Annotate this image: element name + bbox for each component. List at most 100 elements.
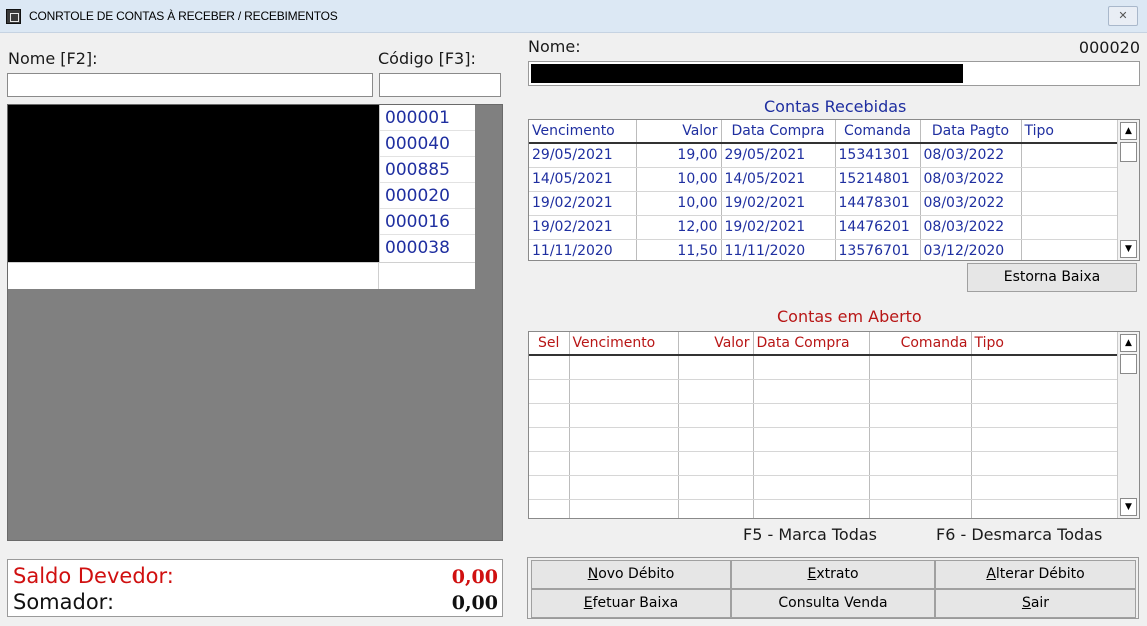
scroll-thumb[interactable] <box>1120 354 1137 374</box>
table-row[interactable] <box>529 427 1119 452</box>
client-names-redacted[interactable] <box>8 105 379 262</box>
cell-data-pagto: 08/03/2022 <box>920 191 1022 216</box>
table-row[interactable]: 11/11/2020 11,50 11/11/2020 13576701 03/… <box>529 239 1119 260</box>
cell-data-pagto: 03/12/2020 <box>920 239 1022 260</box>
table-cell <box>678 379 754 404</box>
contas-em-aberto-grid[interactable]: Sel Vencimento Valor Data Compra Comanda… <box>528 331 1140 519</box>
f5-hint: F5 - Marca Todas <box>743 525 877 544</box>
button-label: air <box>1030 595 1050 611</box>
sair-button[interactable]: Sair <box>935 589 1136 618</box>
client-code-item[interactable]: 000040 <box>380 131 475 157</box>
col-comanda[interactable]: Comanda <box>869 332 972 356</box>
contas-recebidas-grid[interactable]: Vencimento Valor Data Compra Comanda Dat… <box>528 119 1140 261</box>
shortcut-key: A <box>986 566 996 582</box>
shortcut-key: E <box>583 595 593 611</box>
cell-valor: 10,00 <box>636 191 722 216</box>
client-codes-column[interactable]: 000001 000040 000885 000020 000016 00003… <box>379 105 475 262</box>
table-cell <box>753 403 870 428</box>
totals-panel: Saldo Devedor: 0,00 Somador: 0,00 <box>7 559 503 617</box>
table-cell <box>569 379 679 404</box>
table-row[interactable] <box>529 403 1119 428</box>
cell-tipo <box>1021 143 1119 168</box>
codigo-search-input[interactable] <box>379 73 501 97</box>
alterar-debito-button[interactable]: Alterar Débito <box>935 560 1136 589</box>
table-cell <box>529 355 570 380</box>
scroll-down-icon[interactable]: ▼ <box>1120 240 1137 258</box>
col-vencimento[interactable]: Vencimento <box>569 332 679 356</box>
col-data-compra[interactable]: Data Compra <box>753 332 870 356</box>
table-row[interactable]: 19/02/2021 10,00 19/02/2021 14478301 08/… <box>529 191 1119 216</box>
table-cell <box>529 427 570 452</box>
efetuar-baixa-button[interactable]: Efetuar Baixa <box>531 589 731 618</box>
scroll-thumb[interactable] <box>1120 142 1137 162</box>
client-list-empty-row[interactable] <box>8 262 475 289</box>
cell-comanda: 13576701 <box>835 239 921 260</box>
cell-data-compra: 29/05/2021 <box>721 143 836 168</box>
cell-comanda: 15214801 <box>835 167 921 192</box>
recebidas-scrollbar[interactable]: ▲ ▼ <box>1117 120 1139 260</box>
table-cell <box>678 355 754 380</box>
table-row[interactable] <box>529 451 1119 476</box>
client-code-item[interactable]: 000016 <box>380 209 475 235</box>
table-row[interactable] <box>529 355 1119 380</box>
table-cell <box>869 499 972 518</box>
table-row[interactable]: 14/05/2021 10,00 14/05/2021 15214801 08/… <box>529 167 1119 192</box>
cell-data-compra: 19/02/2021 <box>721 191 836 216</box>
col-tipo[interactable]: Tipo <box>971 332 1119 356</box>
col-tipo[interactable]: Tipo <box>1021 120 1119 144</box>
col-valor[interactable]: Valor <box>678 332 754 356</box>
table-cell <box>753 475 870 500</box>
codigo-f3-label: Código [F3]: <box>378 49 476 68</box>
col-comanda[interactable]: Comanda <box>835 120 921 144</box>
scroll-up-icon[interactable]: ▲ <box>1120 122 1137 140</box>
cell-data-pagto: 08/03/2022 <box>920 215 1022 240</box>
table-cell <box>569 499 679 518</box>
col-data-compra[interactable]: Data Compra <box>721 120 836 144</box>
nome-f2-label: Nome [F2]: <box>8 49 98 68</box>
button-label: xtrato <box>816 566 859 582</box>
col-valor[interactable]: Valor <box>636 120 722 144</box>
table-row[interactable] <box>529 499 1119 518</box>
col-data-pagto[interactable]: Data Pagto <box>920 120 1022 144</box>
scroll-down-icon[interactable]: ▼ <box>1120 498 1137 516</box>
table-row[interactable] <box>529 379 1119 404</box>
extrato-button[interactable]: Extrato <box>731 560 935 589</box>
novo-debito-button[interactable]: Novo Débito <box>531 560 731 589</box>
table-row[interactable] <box>529 475 1119 500</box>
cell-valor: 12,00 <box>636 215 722 240</box>
estorna-baixa-button[interactable]: Estorna Baixa <box>967 263 1137 292</box>
nome-search-input[interactable] <box>7 73 373 97</box>
table-cell <box>753 451 870 476</box>
table-row[interactable]: 19/02/2021 12,00 19/02/2021 14476201 08/… <box>529 215 1119 240</box>
table-row[interactable]: 29/05/2021 19,00 29/05/2021 15341301 08/… <box>529 143 1119 168</box>
client-code-item[interactable]: 000885 <box>380 157 475 183</box>
table-cell <box>971 355 1119 380</box>
client-code-item[interactable]: 000038 <box>380 235 475 261</box>
table-cell <box>753 427 870 452</box>
table-cell <box>971 379 1119 404</box>
contas-recebidas-title: Contas Recebidas <box>764 97 907 116</box>
close-button[interactable]: ✕ <box>1108 6 1138 26</box>
title-bar: CONRTOLE DE CONTAS À RECEBER / RECEBIMEN… <box>0 0 1147 33</box>
table-cell <box>971 403 1119 428</box>
cell-valor: 19,00 <box>636 143 722 168</box>
client-code-item[interactable]: 000020 <box>380 183 475 209</box>
cell-valor: 11,50 <box>636 239 722 260</box>
scroll-up-icon[interactable]: ▲ <box>1120 334 1137 352</box>
table-cell <box>529 499 570 518</box>
consulta-venda-button[interactable]: Consulta Venda <box>731 589 935 618</box>
client-code-display: 000020 <box>1078 38 1140 57</box>
client-name-redacted <box>531 64 963 83</box>
col-vencimento[interactable]: Vencimento <box>529 120 637 144</box>
client-code-item[interactable]: 000001 <box>380 105 475 131</box>
cell-vencimento: 11/11/2020 <box>529 239 637 260</box>
table-cell <box>869 427 972 452</box>
table-cell <box>753 499 870 518</box>
col-sel[interactable]: Sel <box>529 332 570 356</box>
cell-comanda: 14478301 <box>835 191 921 216</box>
client-name-field <box>528 61 1140 86</box>
table-cell <box>569 475 679 500</box>
table-cell <box>753 379 870 404</box>
somador-value: 0,00 <box>451 592 498 614</box>
aberto-scrollbar[interactable]: ▲ ▼ <box>1117 332 1139 518</box>
